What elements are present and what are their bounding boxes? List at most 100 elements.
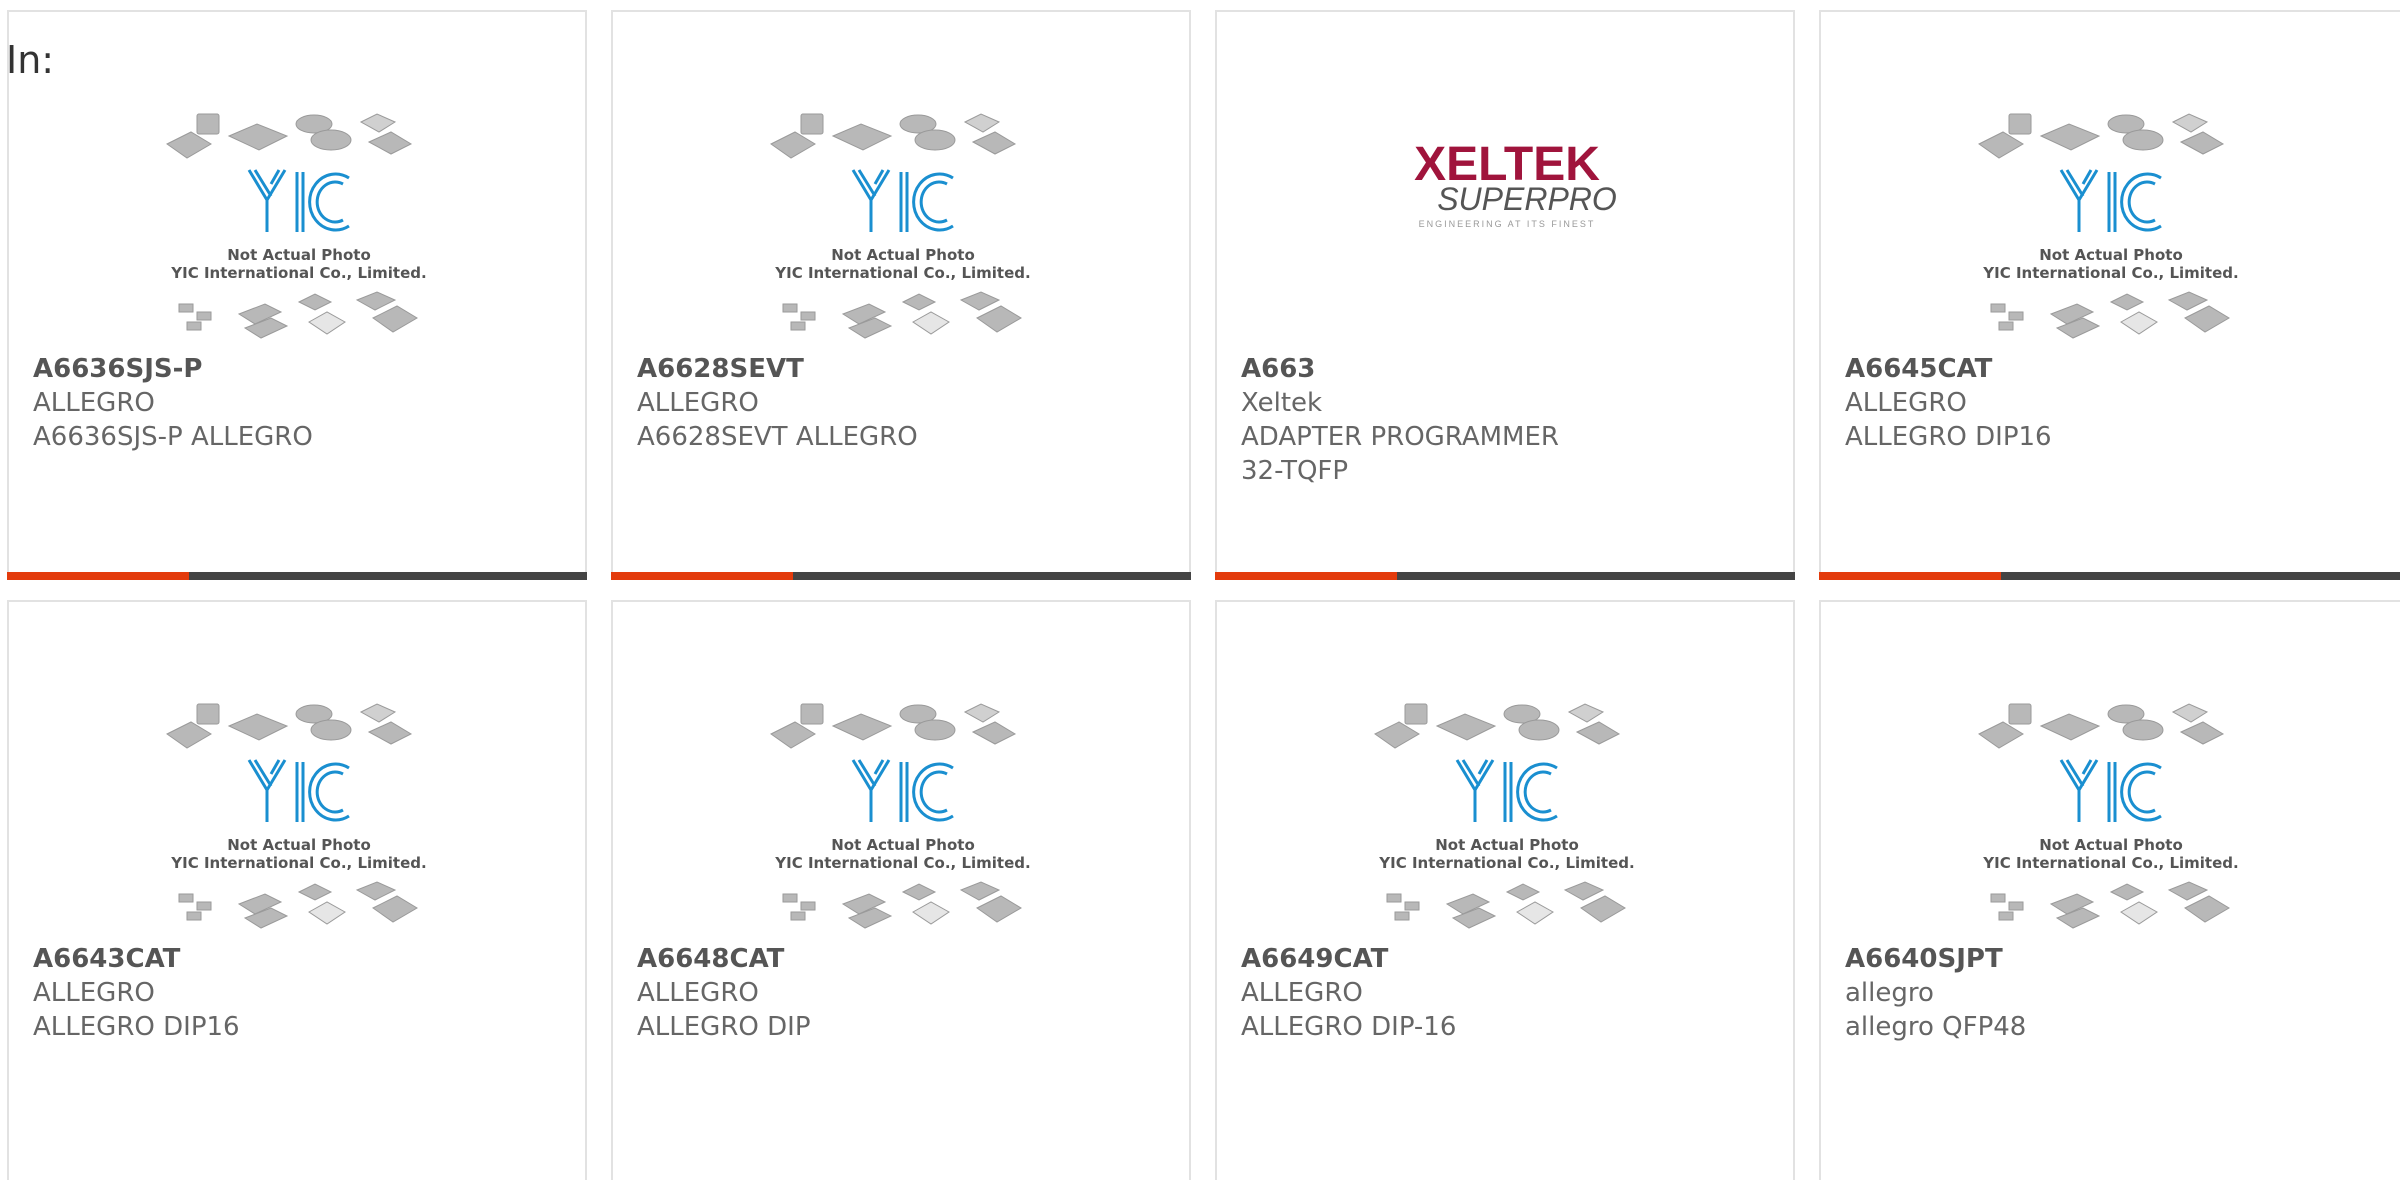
part-number[interactable]: A6643CAT [33,942,395,976]
chip-icon [196,311,212,321]
description: ALLEGRO DIP16 [1845,422,2052,452]
card-bar [7,572,587,580]
part-number[interactable]: A6645CAT [1845,352,2210,386]
manufacturer: ALLEGRO [637,388,759,418]
chip-icon [782,303,798,313]
chip-icon [2039,123,2101,151]
chip-icon [2109,883,2145,901]
svg-text:YIC International Co., Limited: YIC International Co., Limited. [1378,854,1634,872]
chip-icon [1990,893,2006,903]
yic-logo-icon [1455,759,1558,822]
product-image: Not Actual Photo YIC International Co., … [9,682,585,942]
chip-icon [1505,883,1541,901]
card-bar [611,572,1191,580]
yic-logo-icon [2059,759,2162,822]
chip-icon [1978,131,2024,159]
product-card[interactable]: Not Actual Photo YIC International Co., … [611,600,1191,1180]
product-card[interactable]: Not Actual Photo YIC International Co., … [7,10,587,580]
product-image: Not Actual Photo YIC International Co., … [1821,682,2400,942]
chip-icon [790,911,806,921]
chip-icon [971,131,1017,155]
yic-logo-icon [2059,169,2162,232]
chip-icon [1435,713,1497,741]
chip-icon [308,311,346,335]
chip-icon [1575,721,1621,745]
product-card[interactable]: Not Actual Photo YIC International Co., … [7,600,587,1180]
chip-icon [1386,893,1402,903]
description: ADAPTER PROGRAMMER 32-TQFP [1241,422,1559,486]
part-number[interactable]: A6649CAT [1241,942,1603,976]
chip-icon [166,131,212,159]
chip-icon [2179,721,2225,745]
chip-icon [914,129,956,151]
card-bar [1819,572,2400,580]
product-card[interactable]: Not Actual Photo YIC International Co., … [611,10,1191,580]
chip-icon [186,321,202,331]
chip-icon [2008,901,2024,911]
manufacturer: ALLEGRO [637,978,759,1008]
svg-text:SUPERPRO: SUPERPRO [1437,181,1617,217]
description: allegro QFP48 [1845,1012,2027,1042]
part-number[interactable]: A6628SEVT [637,352,999,386]
svg-text:YIC International Co., Limited: YIC International Co., Limited. [774,264,1030,282]
svg-text:Not Actual Photo: Not Actual Photo [831,246,975,264]
chip-icon [831,713,893,741]
part-number[interactable]: A6640SJPT [1845,942,2210,976]
chip-icon [831,123,893,151]
chip-icon [1998,911,2014,921]
svg-text:Not Actual Photo: Not Actual Photo [227,836,371,854]
chip-icon [2039,713,2101,741]
part-number[interactable]: A6648CAT [637,942,999,976]
chip-icon [800,901,816,911]
product-image: Not Actual Photo YIC International Co., … [9,92,585,352]
chip-icon [367,721,413,745]
chip-icon [2109,293,2145,311]
chip-icon [959,881,1001,901]
product-image: Not Actual Photo YIC International Co., … [613,92,1189,352]
yic-logo-icon [247,759,350,822]
chip-icon [297,883,333,901]
description: A6636SJS-P ALLEGRO [33,422,313,452]
chip-icon [367,131,413,155]
chip-icon [196,113,220,135]
filter-in-label: In: [6,38,55,82]
xeltek-logo-image: XELTEK SUPERPRO ENGINEERING AT ITS FINES… [1217,92,1793,352]
chip-icon [959,291,1001,311]
card-bar [1215,572,1795,580]
chip-icon [800,703,824,725]
chip-icon [800,311,816,321]
product-image: Not Actual Photo YIC International Co., … [613,682,1189,942]
chip-icon [1518,719,1560,741]
part-number[interactable]: A663 [1241,352,1603,386]
manufacturer: Xeltek [1241,388,1323,418]
chip-icon [297,293,333,311]
chip-icon [2120,311,2158,335]
chip-icon [372,305,418,333]
manufacturer: allegro [1845,978,1934,1008]
chip-icon [2008,113,2032,135]
product-card[interactable]: Not Actual Photo YIC International Co., … [1215,600,1795,1180]
chip-icon [227,713,289,741]
chip-icon [178,893,194,903]
svg-text:YIC International Co., Limited: YIC International Co., Limited. [1982,264,2238,282]
svg-text:Not Actual Photo: Not Actual Photo [1435,836,1579,854]
chip-icon [770,131,816,159]
chip-icon [971,721,1017,745]
chip-icon [2184,305,2230,333]
product-card[interactable]: XELTEK SUPERPRO ENGINEERING AT ITS FINES… [1215,10,1795,580]
chip-icon [355,881,397,901]
manufacturer: ALLEGRO [1845,388,1967,418]
svg-text:Not Actual Photo: Not Actual Photo [227,246,371,264]
product-card[interactable]: Not Actual Photo YIC International Co., … [1819,10,2400,580]
chip-icon [770,721,816,749]
chip-icon [901,293,937,311]
chip-icon [196,901,212,911]
chip-icon [178,303,194,313]
part-number[interactable]: A6636SJS-P [33,352,395,386]
chip-icon [1567,703,1605,723]
yic-logo-icon [851,169,954,232]
product-image: Not Actual Photo YIC International Co., … [1217,682,1793,942]
svg-text:Not Actual Photo: Not Actual Photo [2039,246,2183,264]
product-card[interactable]: Not Actual Photo YIC International Co., … [1819,600,2400,1180]
chip-icon [196,703,220,725]
